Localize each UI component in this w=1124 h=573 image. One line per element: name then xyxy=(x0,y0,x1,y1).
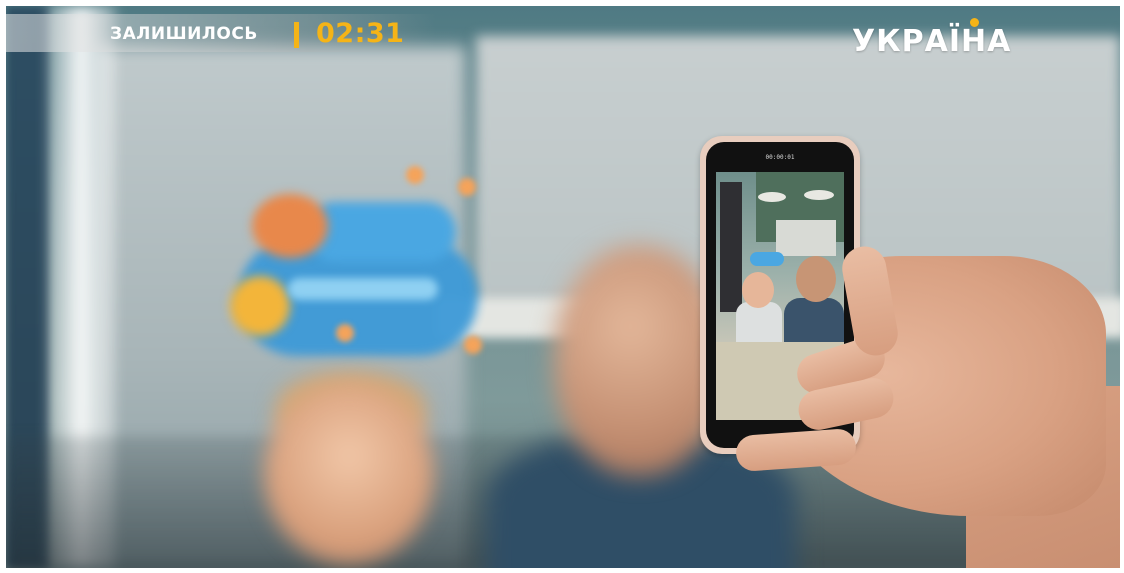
phone-scene-lamp xyxy=(758,192,786,202)
blurred-show-logo-moon xyxy=(230,276,290,336)
phone-scene-child-body xyxy=(736,302,782,346)
blurred-show-logo-cloud-top xyxy=(306,202,456,262)
blurred-child-head xyxy=(264,384,434,564)
remaining-label: ЗАЛИШИЛОСЬ xyxy=(110,24,258,44)
channel-logo: УКРАЇНА xyxy=(852,24,1012,59)
countdown-timer: 02:31 xyxy=(316,18,405,49)
blurred-show-logo-text xyxy=(288,278,438,300)
phone-scene-cabinet xyxy=(776,220,836,256)
blurred-star xyxy=(406,166,424,184)
channel-logo-dot xyxy=(970,18,979,27)
phone-scene-lamp xyxy=(804,190,834,200)
phone-scene-child-head xyxy=(742,272,774,308)
blurred-star xyxy=(336,324,354,342)
phone-scene-door xyxy=(720,182,742,312)
phone-scene-man-head xyxy=(796,256,836,302)
phone-scene-logo xyxy=(750,252,784,266)
video-frame: 00:00:01 xyxy=(6,6,1120,568)
blurred-star xyxy=(458,178,476,196)
blurred-show-logo-bear xyxy=(252,194,328,258)
blurred-star xyxy=(464,336,482,354)
phone-recording-time: 00:00:01 xyxy=(765,154,795,161)
timer-accent-bar xyxy=(294,22,299,48)
blurred-man-head xyxy=(554,246,724,476)
